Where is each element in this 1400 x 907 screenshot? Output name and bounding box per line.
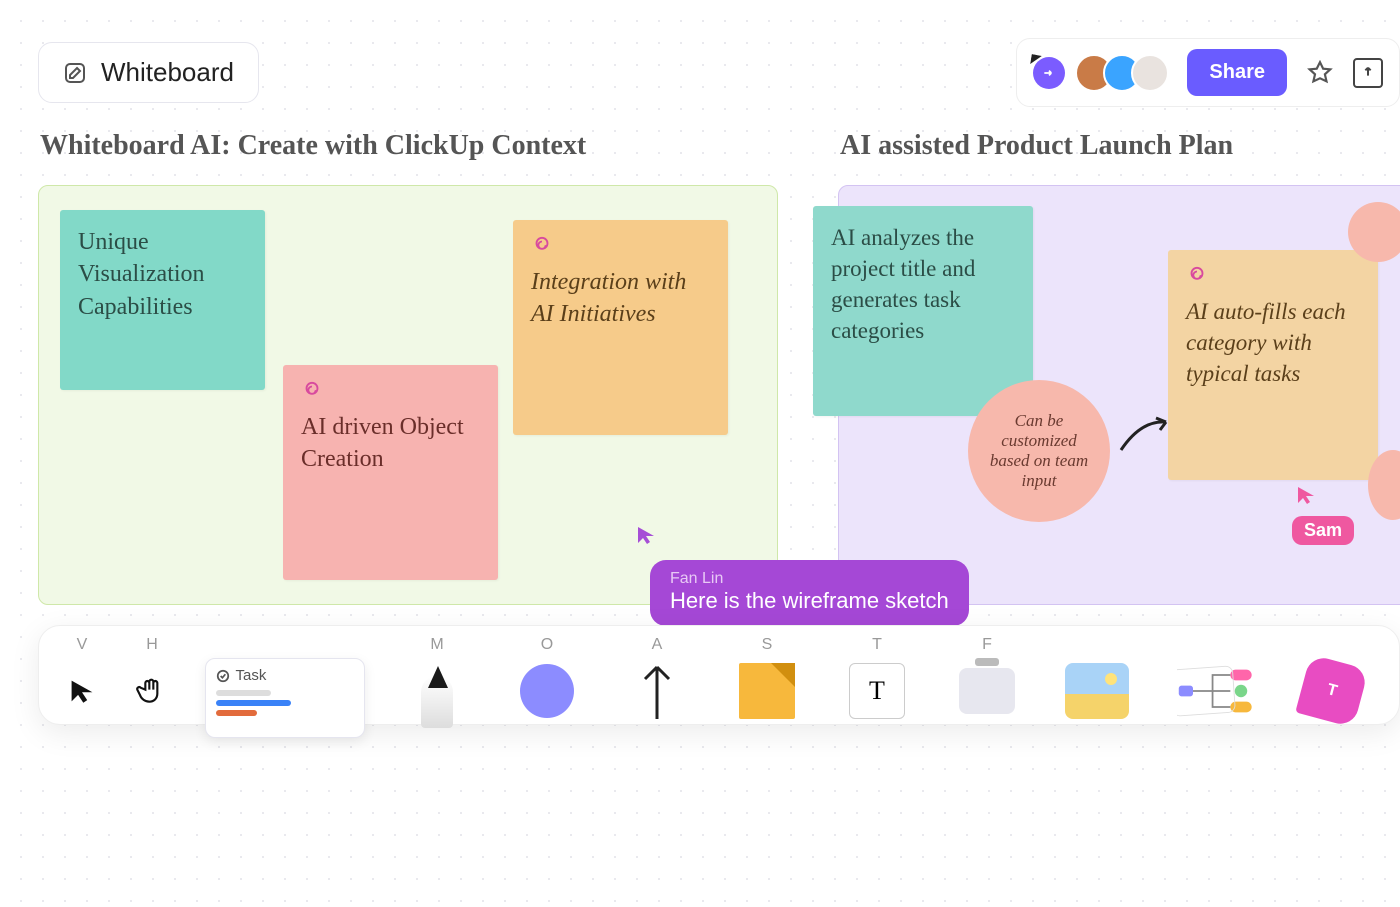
bottom-toolbar: V H Task M O A S T <box>38 625 1400 725</box>
tool-image[interactable] <box>1052 636 1142 724</box>
circle-note-partial[interactable] <box>1348 202 1400 262</box>
comment-text: Here is the wireframe sketch <box>670 588 949 613</box>
arrow-icon <box>612 658 702 724</box>
sticky-text: Unique Visualization Capabilities <box>78 229 205 320</box>
sticky-note[interactable]: Unique Visualization Capabilities <box>60 210 265 390</box>
tool-key: O <box>541 636 553 654</box>
mindmap-icon <box>1162 658 1272 724</box>
sticky-text: AI auto-fills each category with typical… <box>1186 299 1346 386</box>
tool-key: S <box>762 636 773 654</box>
view-name: Whiteboard <box>101 57 234 88</box>
circle-text: Can be customized based on team input <box>980 411 1098 491</box>
tool-key: F <box>982 636 992 654</box>
view-switcher[interactable]: Whiteboard <box>38 42 259 103</box>
top-right-controls: Share <box>1016 38 1400 107</box>
tool-key: A <box>652 636 663 654</box>
comment-bubble[interactable]: Fan Lin Here is the wireframe sketch <box>650 560 969 626</box>
sticky-icon <box>722 658 812 724</box>
arrow-connector <box>1116 410 1176 460</box>
task-card-icon: Task <box>197 658 372 738</box>
sticky-note[interactable]: Integration with AI Initiatives <box>513 220 728 435</box>
image-icon <box>1052 658 1142 724</box>
ai-icon: T <box>1292 658 1372 724</box>
remote-cursor-sam <box>1296 485 1316 505</box>
ai-swirl-icon <box>301 381 323 403</box>
tool-text[interactable]: T T <box>832 636 922 724</box>
sticky-text: AI analyzes the project title and genera… <box>831 225 975 343</box>
tool-shape[interactable]: O <box>502 636 592 724</box>
tool-ai[interactable]: T <box>1292 636 1372 724</box>
tool-hand[interactable]: H <box>127 636 177 724</box>
presence-group <box>1033 54 1169 92</box>
frame-icon <box>942 658 1032 724</box>
tool-key <box>1330 636 1334 654</box>
sticky-text: Integration with AI Initiatives <box>531 269 686 327</box>
avatar[interactable] <box>1131 54 1169 92</box>
presence-cursor-icon <box>1033 57 1065 89</box>
favorite-button[interactable] <box>1305 58 1335 88</box>
tool-key: H <box>146 636 158 654</box>
tool-select[interactable]: V <box>57 636 107 724</box>
remote-cursor-fanlin <box>636 525 656 545</box>
avatar-stack[interactable] <box>1075 54 1169 92</box>
sticky-note[interactable]: AI driven Object Creation <box>283 365 498 580</box>
tool-key <box>1095 636 1099 654</box>
remote-cursor-label: Sam <box>1292 516 1354 545</box>
tool-key: M <box>430 636 443 654</box>
pen-icon <box>392 658 482 728</box>
hand-icon <box>127 658 177 724</box>
comment-author: Fan Lin <box>670 570 949 588</box>
ai-swirl-icon <box>531 236 553 258</box>
tool-task[interactable]: Task <box>197 636 372 724</box>
task-label: Task <box>236 667 267 684</box>
tool-key: V <box>77 636 88 654</box>
tool-key: T <box>872 636 882 654</box>
tool-key <box>282 636 286 654</box>
tool-frame[interactable]: F <box>942 636 1032 724</box>
edit-icon <box>63 61 87 85</box>
shape-icon <box>502 658 592 724</box>
tool-pen[interactable]: M <box>392 636 482 724</box>
export-button[interactable] <box>1353 58 1383 88</box>
tool-key <box>1215 636 1219 654</box>
ai-swirl-icon <box>1186 266 1208 288</box>
text-icon: T <box>832 658 922 724</box>
top-bar: Whiteboard Share <box>38 38 1400 107</box>
section-title-right: AI assisted Product Launch Plan <box>840 130 1233 162</box>
section-title-left: Whiteboard AI: Create with ClickUp Conte… <box>40 130 586 162</box>
sticky-text: AI driven Object Creation <box>301 414 464 472</box>
circle-note[interactable]: Can be customized based on team input <box>968 380 1110 522</box>
sticky-note[interactable]: AI auto-fills each category with typical… <box>1168 250 1378 480</box>
sticky-note[interactable]: AI analyzes the project title and genera… <box>813 206 1033 416</box>
tool-arrow[interactable]: A <box>612 636 702 724</box>
select-icon <box>57 658 107 724</box>
whiteboard-canvas[interactable]: Whiteboard AI: Create with ClickUp Conte… <box>38 130 1400 907</box>
tool-mindmap[interactable] <box>1162 636 1272 724</box>
tool-sticky[interactable]: S <box>722 636 812 724</box>
share-button[interactable]: Share <box>1187 49 1287 96</box>
